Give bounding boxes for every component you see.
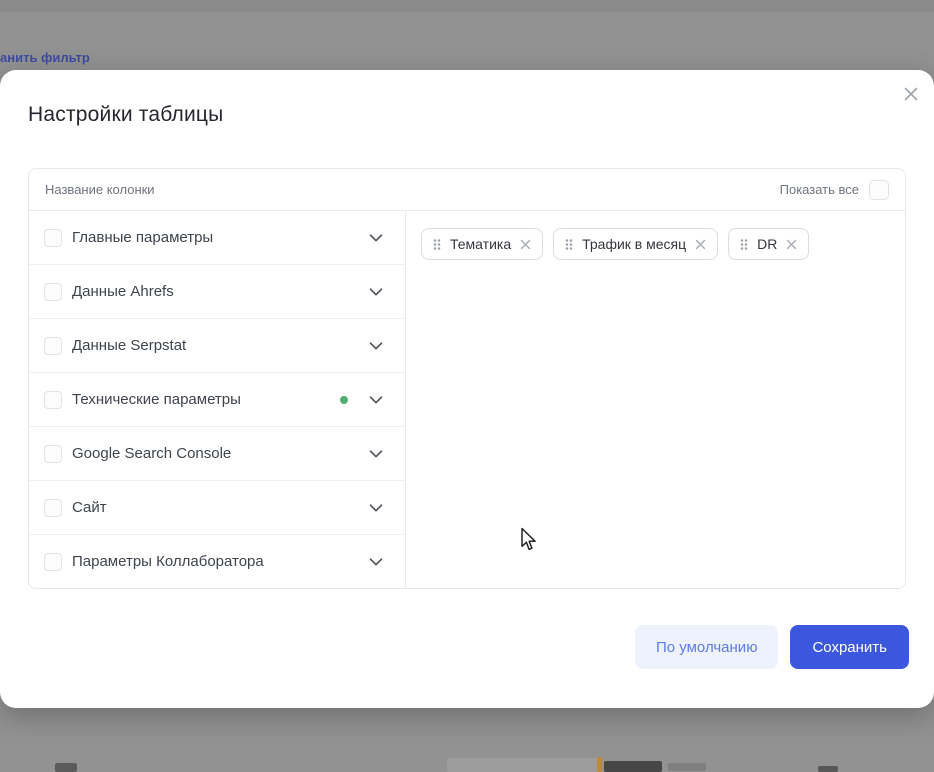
dimmed-metric-suffix-fragment xyxy=(668,763,706,771)
close-icon[interactable] xyxy=(901,84,921,104)
chevron-down-icon[interactable] xyxy=(369,234,383,242)
drag-handle-icon[interactable] xyxy=(740,238,748,251)
column-group-row[interactable]: Google Search Console xyxy=(29,427,405,481)
modal-footer: По умолчанию Сохранить xyxy=(635,625,909,669)
chip-label: Трафик в месяц xyxy=(582,236,686,252)
dimmed-page-header xyxy=(0,0,934,12)
dimmed-table-text-fragment xyxy=(55,763,77,772)
selected-columns-area: Тематика Трафик в месяц xyxy=(406,211,905,588)
column-group-list: Главные параметры Данные Ahrefs Данные S… xyxy=(29,211,406,588)
save-button[interactable]: Сохранить xyxy=(790,625,909,669)
group-checkbox[interactable] xyxy=(44,553,62,571)
group-checkbox[interactable] xyxy=(44,445,62,463)
columns-panel: Название колонки Показать все Главные па… xyxy=(28,168,906,589)
chevron-down-icon[interactable] xyxy=(369,342,383,350)
group-label: Данные Serpstat xyxy=(72,337,186,354)
group-checkbox[interactable] xyxy=(44,229,62,247)
default-button[interactable]: По умолчанию xyxy=(635,625,778,669)
remove-chip-icon[interactable] xyxy=(695,239,706,250)
column-group-row[interactable]: Технические параметры xyxy=(29,373,405,427)
group-label: Google Search Console xyxy=(72,445,231,462)
show-all-control: Показать все xyxy=(780,180,889,200)
group-label: Главные параметры xyxy=(72,229,213,246)
dimmed-table-cell-fragment xyxy=(447,758,599,772)
remove-chip-icon[interactable] xyxy=(520,239,531,250)
column-group-row[interactable]: Сайт xyxy=(29,481,405,535)
group-label: Параметры Коллаборатора xyxy=(72,553,264,570)
chevron-down-icon[interactable] xyxy=(369,504,383,512)
group-checkbox[interactable] xyxy=(44,391,62,409)
flame-icon xyxy=(597,757,602,772)
chevron-down-icon[interactable] xyxy=(369,288,383,296)
chevron-down-icon[interactable] xyxy=(369,396,383,404)
selected-column-chip[interactable]: DR xyxy=(728,228,809,260)
group-label: Технические параметры xyxy=(72,391,241,408)
chevron-down-icon[interactable] xyxy=(369,558,383,566)
chip-label: DR xyxy=(757,236,777,252)
save-filter-link: анить фильтр xyxy=(0,50,90,65)
show-all-checkbox[interactable] xyxy=(869,180,889,200)
column-group-row[interactable]: Данные Serpstat xyxy=(29,319,405,373)
drag-handle-icon[interactable] xyxy=(433,238,441,251)
modal-title: Настройки таблицы xyxy=(28,103,223,127)
show-all-label: Показать все xyxy=(780,182,859,197)
panel-body: Главные параметры Данные Ahrefs Данные S… xyxy=(29,211,905,588)
chip-label: Тематика xyxy=(450,236,511,252)
dimmed-table-text-fragment-2 xyxy=(818,766,838,772)
enabled-indicator-dot xyxy=(340,396,348,404)
panel-header: Название колонки Показать все xyxy=(29,169,905,211)
column-group-row[interactable]: Данные Ahrefs xyxy=(29,265,405,319)
group-label: Сайт xyxy=(72,499,107,516)
group-checkbox[interactable] xyxy=(44,499,62,517)
group-checkbox[interactable] xyxy=(44,283,62,301)
drag-handle-icon[interactable] xyxy=(565,238,573,251)
chevron-down-icon[interactable] xyxy=(369,450,383,458)
remove-chip-icon[interactable] xyxy=(786,239,797,250)
table-settings-modal: Настройки таблицы Название колонки Показ… xyxy=(0,70,934,708)
column-group-row[interactable]: Параметры Коллаборатора xyxy=(29,535,405,588)
selected-column-chip[interactable]: Трафик в месяц xyxy=(553,228,718,260)
group-label: Данные Ahrefs xyxy=(72,283,174,300)
column-name-header: Название колонки xyxy=(45,182,155,197)
column-group-row[interactable]: Главные параметры xyxy=(29,211,405,265)
dimmed-metric-fragment xyxy=(604,761,662,772)
group-checkbox[interactable] xyxy=(44,337,62,355)
selected-column-chip[interactable]: Тематика xyxy=(421,228,543,260)
